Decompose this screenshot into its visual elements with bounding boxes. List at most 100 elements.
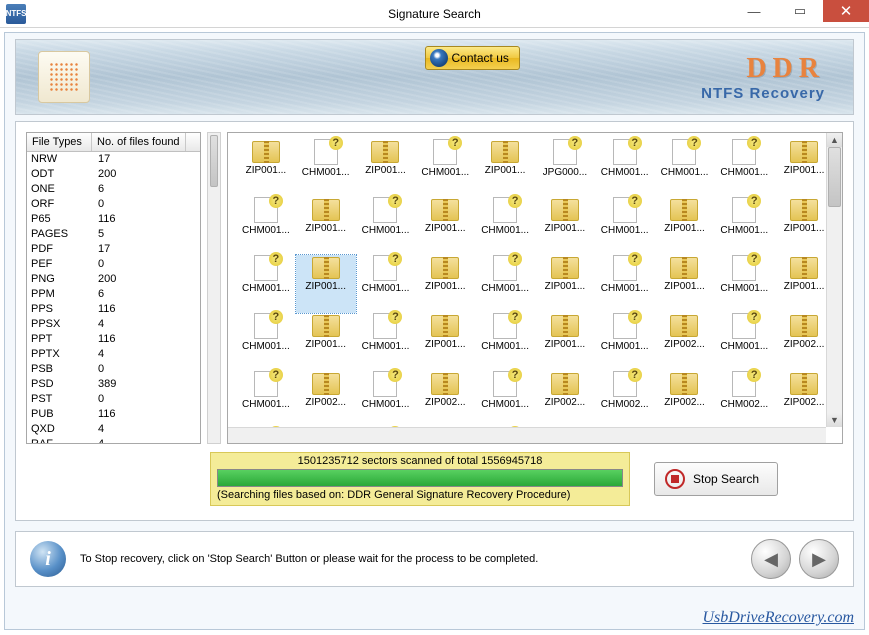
file-item[interactable]: ZIP001... [774, 139, 834, 197]
file-item[interactable]: CHM001... [475, 197, 535, 255]
file-item[interactable]: ZIP001... [535, 313, 595, 371]
file-item[interactable]: ZIP002... [535, 371, 595, 429]
file-types-table[interactable]: File Types No. of files found NRW17ODT20… [26, 132, 201, 444]
file-item[interactable]: ZIP001... [296, 255, 356, 313]
file-item[interactable]: ZIP002... [655, 371, 715, 429]
col-count[interactable]: No. of files found [92, 133, 186, 151]
table-row[interactable]: RAF4 [27, 437, 200, 443]
file-grid-pane[interactable]: ZIP001...CHM001...ZIP001...CHM001...ZIP0… [227, 132, 843, 444]
file-item[interactable]: CHM001... [356, 255, 416, 313]
file-item[interactable]: CHM002... [595, 371, 655, 429]
file-item[interactable]: ZIP001... [535, 255, 595, 313]
file-label: CHM001... [601, 225, 649, 236]
zip-folder-icon [670, 257, 698, 279]
table-row[interactable]: PPM6 [27, 287, 200, 302]
table-row[interactable]: PPS116 [27, 302, 200, 317]
file-item[interactable]: CHM001... [595, 197, 655, 255]
file-item[interactable]: ZIP002... [774, 371, 834, 429]
file-item[interactable]: ZIP002... [415, 371, 475, 429]
file-item[interactable]: ZIP002... [655, 313, 715, 371]
table-body[interactable]: NRW17ODT200ONE6ORF0P65116PAGES5PDF17PEF0… [27, 152, 200, 443]
maximize-button[interactable]: ▭ [777, 0, 823, 22]
zip-folder-icon [551, 373, 579, 395]
table-row[interactable]: PEF0 [27, 257, 200, 272]
table-row[interactable]: PSB0 [27, 362, 200, 377]
file-item[interactable]: CHM001... [356, 371, 416, 429]
table-row[interactable]: PAGES5 [27, 227, 200, 242]
file-item[interactable]: CHM001... [595, 139, 655, 197]
scroll-up-icon[interactable]: ▲ [827, 133, 842, 147]
file-item[interactable]: CHM001... [475, 255, 535, 313]
prev-button[interactable]: ◀ [751, 539, 791, 579]
table-row[interactable]: ORF0 [27, 197, 200, 212]
table-row[interactable]: PPT116 [27, 332, 200, 347]
stop-search-button[interactable]: Stop Search [654, 462, 778, 496]
stop-icon [665, 469, 685, 489]
next-button[interactable]: ▶ [799, 539, 839, 579]
app-icon: NTFS [6, 4, 26, 24]
zip-folder-icon [491, 141, 519, 163]
table-row[interactable]: PPTX4 [27, 347, 200, 362]
splitter-scrollbar[interactable] [207, 132, 221, 444]
file-item[interactable]: CHM001... [296, 139, 356, 197]
file-item[interactable]: CHM001... [356, 197, 416, 255]
file-item[interactable]: ZIP001... [236, 139, 296, 197]
table-row[interactable]: PSD389 [27, 377, 200, 392]
file-item[interactable]: CHM001... [475, 313, 535, 371]
file-item[interactable]: ZIP001... [415, 313, 475, 371]
file-item[interactable]: ZIP001... [774, 255, 834, 313]
file-label: CHM001... [242, 225, 290, 236]
file-item[interactable]: ZIP001... [475, 139, 535, 197]
file-item[interactable]: CHM001... [595, 313, 655, 371]
file-item[interactable]: ZIP001... [655, 255, 715, 313]
table-row[interactable]: PUB116 [27, 407, 200, 422]
file-item[interactable]: CHM001... [236, 197, 296, 255]
file-label: ZIP002... [784, 397, 825, 408]
scroll-down-icon[interactable]: ▼ [827, 413, 842, 427]
file-item[interactable]: CHM001... [595, 255, 655, 313]
file-item[interactable]: CHM001... [236, 371, 296, 429]
table-row[interactable]: ODT200 [27, 167, 200, 182]
col-file-types[interactable]: File Types [27, 133, 92, 151]
file-item[interactable]: ZIP001... [356, 139, 416, 197]
table-row[interactable]: QXD4 [27, 422, 200, 437]
table-row[interactable]: NRW17 [27, 152, 200, 167]
file-item[interactable]: ZIP002... [774, 313, 834, 371]
table-row[interactable]: P65116 [27, 212, 200, 227]
file-item[interactable]: CHM001... [475, 371, 535, 429]
file-item[interactable]: CHM001... [356, 313, 416, 371]
file-label: CHM001... [362, 399, 410, 410]
file-item[interactable]: CHM001... [714, 255, 774, 313]
vertical-scrollbar[interactable]: ▲ ▼ [826, 133, 842, 427]
scroll-thumb[interactable] [828, 147, 841, 207]
file-item[interactable]: ZIP001... [296, 197, 356, 255]
file-item[interactable]: CHM002... [714, 371, 774, 429]
file-item[interactable]: ZIP001... [535, 197, 595, 255]
file-item[interactable]: ZIP001... [655, 197, 715, 255]
table-row[interactable]: PDF17 [27, 242, 200, 257]
file-item[interactable]: CHM001... [415, 139, 475, 197]
file-item[interactable]: ZIP001... [415, 197, 475, 255]
close-button[interactable]: ✕ [823, 0, 869, 22]
file-item[interactable]: ZIP001... [415, 255, 475, 313]
progress-area: 1501235712 sectors scanned of total 1556… [26, 452, 843, 506]
contact-us-button[interactable]: Contact us [425, 46, 520, 70]
file-item[interactable]: CHM001... [714, 313, 774, 371]
table-row[interactable]: PPSX4 [27, 317, 200, 332]
file-item[interactable]: CHM001... [236, 313, 296, 371]
file-item[interactable]: JPG000... [535, 139, 595, 197]
watermark-link[interactable]: UsbDriveRecovery.com [703, 609, 855, 627]
file-item[interactable]: ZIP002... [296, 371, 356, 429]
horizontal-scrollbar[interactable] [228, 427, 826, 443]
file-item[interactable]: CHM001... [714, 139, 774, 197]
file-count: 4 [92, 317, 104, 332]
file-item[interactable]: ZIP001... [774, 197, 834, 255]
minimize-button[interactable]: — [731, 0, 777, 22]
file-item[interactable]: CHM001... [236, 255, 296, 313]
table-row[interactable]: PNG200 [27, 272, 200, 287]
file-item[interactable]: CHM001... [714, 197, 774, 255]
table-row[interactable]: ONE6 [27, 182, 200, 197]
table-row[interactable]: PST0 [27, 392, 200, 407]
file-item[interactable]: CHM001... [655, 139, 715, 197]
file-item[interactable]: ZIP001... [296, 313, 356, 371]
